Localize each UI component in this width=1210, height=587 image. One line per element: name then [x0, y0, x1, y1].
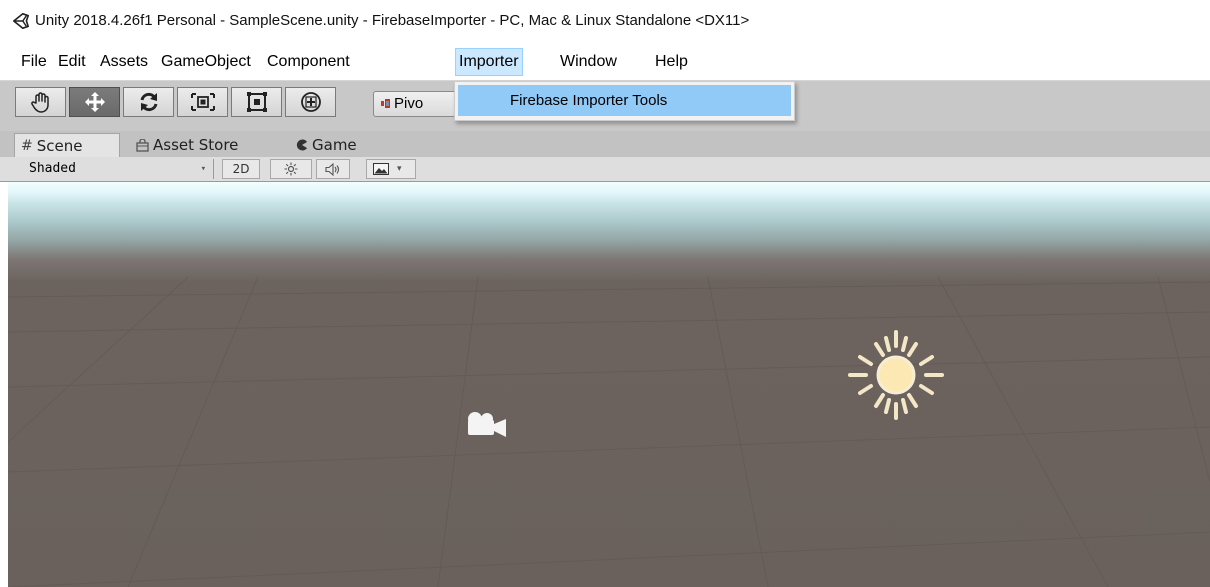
directional-light-icon — [848, 330, 944, 420]
effects-caret-icon: ▾ — [397, 164, 402, 174]
rotate-icon — [140, 92, 157, 112]
menu-gameobject[interactable]: GameObject — [158, 49, 254, 75]
menu-component[interactable]: Component — [264, 49, 353, 75]
move-arrows-icon — [84, 92, 105, 112]
tab-game-label: Game — [312, 136, 357, 154]
hand-icon — [30, 92, 49, 113]
shading-mode-value: Shaded — [29, 161, 76, 176]
tab-scene-label: Scene — [36, 136, 83, 155]
speaker-icon — [325, 162, 340, 176]
scene-audio-toggle[interactable] — [316, 159, 350, 179]
camera-gizmo-icon — [468, 412, 506, 437]
rotate-tool-button[interactable] — [123, 87, 174, 117]
pivot-icon — [381, 99, 390, 108]
sun-toggle-icon — [284, 162, 298, 176]
transform-tools-group — [15, 87, 337, 119]
menu-file[interactable]: File — [18, 49, 50, 75]
toggle-2d-button[interactable]: 2D — [222, 159, 260, 179]
scene-effects-dropdown[interactable]: ▾ — [366, 159, 416, 179]
transform-tool-button[interactable] — [285, 87, 336, 117]
shading-mode-dropdown[interactable]: Shaded ▾ — [8, 159, 214, 179]
menu-window[interactable]: Window — [557, 49, 620, 75]
scale-icon — [190, 93, 215, 111]
pacman-icon — [296, 139, 307, 151]
unity-logo-icon — [12, 12, 30, 30]
window-title-bar: Unity 2018.4.26f1 Personal - SampleScene… — [0, 0, 1210, 40]
hand-tool-button[interactable] — [15, 87, 66, 117]
pivot-toggle-button[interactable]: Pivo — [373, 91, 458, 117]
menu-importer[interactable]: Importer — [455, 48, 523, 76]
scene-viewport[interactable] — [8, 182, 1210, 587]
window-title: Unity 2018.4.26f1 Personal - SampleScene… — [35, 12, 750, 29]
scene-grid — [8, 276, 1210, 587]
menu-edit[interactable]: Edit — [55, 49, 89, 75]
menu-assets[interactable]: Assets — [97, 49, 151, 75]
tab-asset-store-label: Asset Store — [153, 136, 239, 154]
pivot-label: Pivo — [394, 95, 424, 112]
tab-asset-store[interactable]: Asset Store — [136, 133, 238, 157]
scene-lighting-toggle[interactable] — [270, 159, 312, 179]
shopping-bag-icon — [136, 138, 149, 152]
scale-tool-button[interactable] — [177, 87, 228, 117]
tab-scene[interactable]: # Scene — [14, 133, 120, 157]
menu-item-firebase-importer-tools[interactable]: Firebase Importer Tools — [458, 85, 791, 116]
toggle-2d-label: 2D — [232, 162, 250, 176]
rect-icon — [246, 92, 267, 112]
panel-tab-bar: # Scene Asset Store Game — [0, 131, 1210, 157]
move-tool-button[interactable] — [69, 87, 120, 117]
tab-game[interactable]: Game — [296, 133, 357, 157]
menu-bar: File Edit Assets GameObject Component Im… — [0, 47, 1210, 77]
scene-view-toolbar: Shaded ▾ 2D ▾ — [0, 157, 1210, 182]
transform-icon — [300, 92, 321, 112]
rect-tool-button[interactable] — [231, 87, 282, 117]
grid-hash-icon: # — [21, 137, 33, 154]
image-effects-icon — [373, 163, 389, 175]
importer-menu-dropdown: Firebase Importer Tools — [454, 81, 795, 121]
dropdown-caret-icon: ▾ — [200, 164, 206, 174]
menu-help[interactable]: Help — [652, 49, 691, 75]
